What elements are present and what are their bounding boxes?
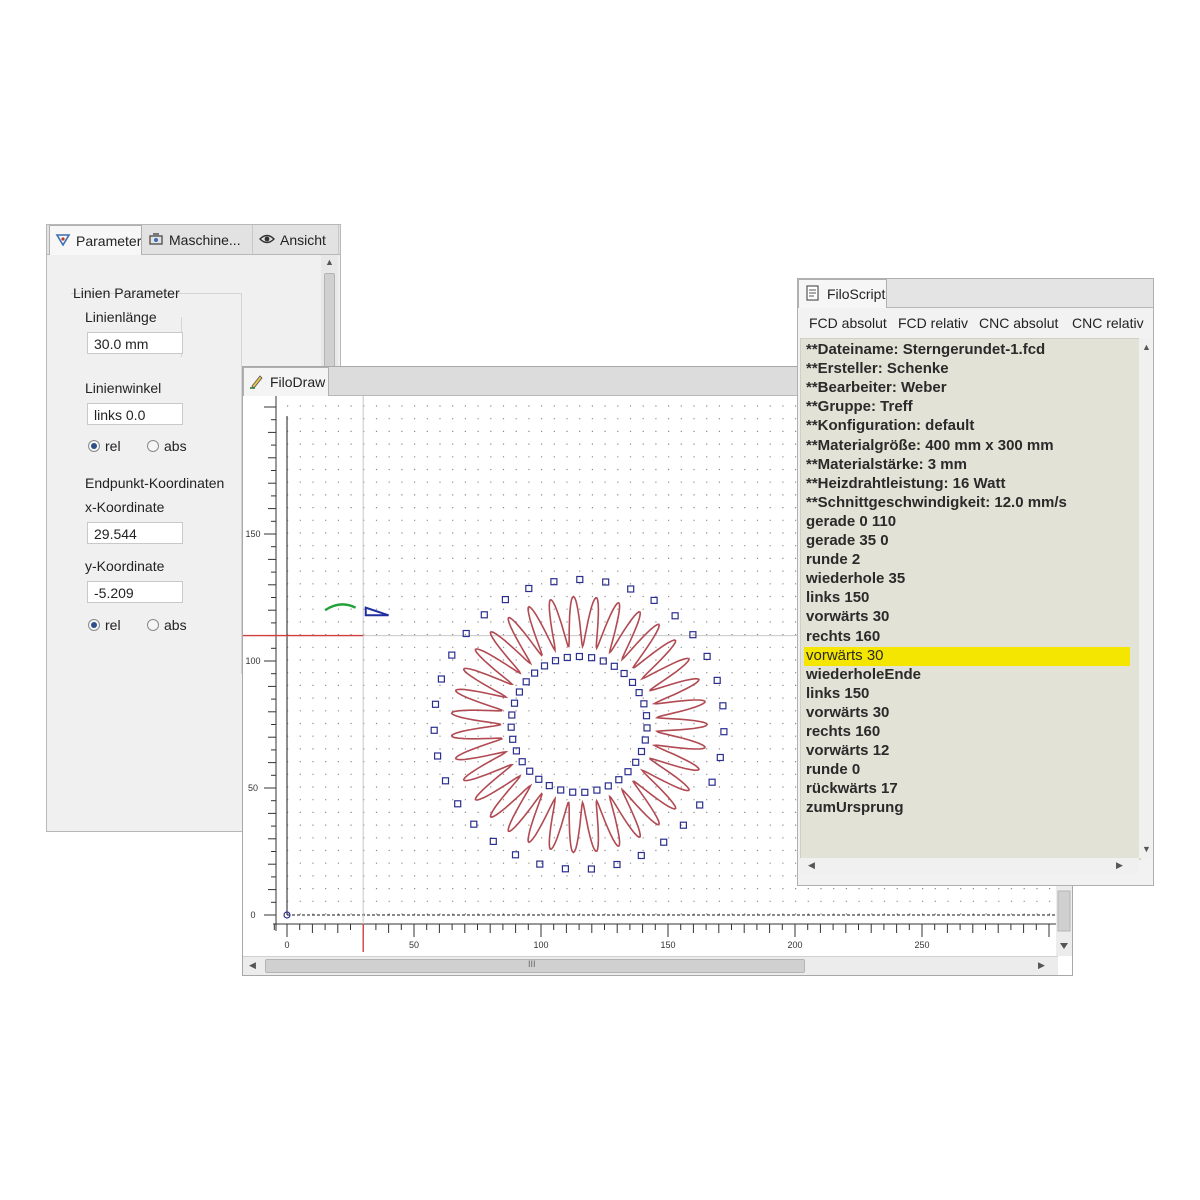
machine-icon [149, 233, 163, 245]
ruler-bg [243, 396, 277, 936]
script-line[interactable]: **Schnittgeschwindigkeit: 12.0 mm/s [804, 494, 1130, 513]
line-length-label: Linienlänge [85, 309, 157, 325]
endpoint-rel-label: rel [105, 617, 121, 633]
tab-filoscript[interactable]: FiloScript [798, 279, 887, 308]
filoscript-tabbar: FiloScript [798, 279, 1153, 308]
script-line[interactable]: runde 2 [804, 551, 1130, 570]
scroll-thumb[interactable] [324, 273, 335, 368]
x-tick-label: 150 [660, 940, 675, 950]
parameter-tabbar: Parameter Maschine... Ansicht [47, 225, 340, 255]
script-scroll-right-arrow[interactable]: ▶ [1116, 860, 1123, 871]
endpoint-title: Endpunkt-Koordinaten [85, 475, 225, 491]
scroll-left-arrow[interactable]: ◀ [249, 960, 256, 971]
script-line[interactable]: rechts 160 [804, 628, 1130, 647]
tab-fcd-relativ[interactable]: FCD relativ [898, 315, 968, 331]
y-coordinate-label: y-Koordinate [85, 558, 165, 574]
script-line[interactable]: wiederholeEnde [804, 666, 1130, 685]
script-line[interactable]: rechts 160 [804, 723, 1130, 742]
script-line[interactable]: **Dateiname: Sterngerundet-1.fcd [804, 341, 1130, 360]
angle-abs-label: abs [164, 438, 187, 454]
tab-filodraw[interactable]: FiloDraw [243, 367, 329, 396]
tab-filoscript-label: FiloScript [827, 286, 886, 302]
line-angle-field[interactable]: links 0.0 [87, 403, 183, 425]
tab-cnc-absolut[interactable]: CNC absolut [979, 315, 1058, 331]
script-editor[interactable]: **Dateiname: Sterngerundet-1.fcd **Erstel… [800, 338, 1141, 860]
script-line[interactable]: vorwärts 30 [804, 608, 1130, 627]
vertical-ruler [243, 396, 277, 936]
script-line[interactable]: zumUrsprung [804, 799, 1130, 818]
x-tick-label: 50 [409, 940, 419, 950]
endpoint-abs-label: abs [164, 617, 187, 633]
angle-rel-radio[interactable] [88, 440, 100, 452]
script-line[interactable]: gerade 0 110 [804, 513, 1130, 532]
script-line[interactable]: links 150 [804, 589, 1130, 608]
tab-cnc-relativ[interactable]: CNC relativ [1072, 315, 1144, 331]
parameter-icon [55, 234, 71, 247]
angle-abs-radio[interactable] [147, 440, 159, 452]
line-length-field[interactable]: 30.0 mm [87, 332, 183, 354]
tab-parameter[interactable]: Parameter [49, 225, 142, 255]
script-hscrollbar[interactable]: ◀ ▶ [800, 858, 1139, 874]
script-line[interactable]: vorwärts 30 [804, 704, 1130, 723]
x-tick-label: 250 [914, 940, 929, 950]
script-line[interactable]: rückwärts 17 [804, 780, 1130, 799]
script-vscrollbar[interactable]: ▲ ▼ [1139, 338, 1153, 858]
script-line[interactable]: **Gruppe: Treff [804, 398, 1130, 417]
script-line[interactable]: **Ersteller: Schenke [804, 360, 1130, 379]
script-line[interactable]: **Materialstärke: 3 mm [804, 456, 1130, 475]
script-document-icon [806, 285, 819, 301]
x-coordinate-field[interactable]: 29.544 [87, 522, 183, 544]
endpoint-abs-radio[interactable] [147, 619, 159, 631]
format-tabs: FCD absolut FCD relativ CNC absolut CNC … [798, 308, 1153, 338]
script-scroll-down-arrow[interactable]: ▼ [1142, 844, 1151, 854]
script-scroll-left-arrow[interactable]: ◀ [808, 860, 815, 871]
scroll-right-arrow[interactable]: ▶ [1038, 960, 1045, 971]
line-angle-label: Linienwinkel [85, 380, 162, 396]
script-line[interactable]: **Konfiguration: default [804, 417, 1130, 436]
script-line[interactable]: vorwärts 12 [804, 742, 1130, 761]
tab-ansicht-label: Ansicht [280, 232, 326, 248]
tab-maschine[interactable]: Maschine... [143, 225, 253, 254]
script-scroll-up-arrow[interactable]: ▲ [1142, 342, 1151, 352]
script-line[interactable]: **Bearbeiter: Weber [804, 379, 1130, 398]
y-tick-label: 0 [250, 910, 255, 920]
canvas-hscrollbar[interactable]: ◀ III ▶ [243, 956, 1058, 975]
x-tick-label: 0 [284, 940, 289, 950]
x-tick-label: 100 [533, 940, 548, 950]
script-line[interactable]: gerade 35 0 [804, 532, 1130, 551]
x-tick-label: 200 [787, 940, 802, 950]
tab-filodraw-label: FiloDraw [270, 374, 326, 390]
pencil-icon [250, 375, 263, 389]
tab-fcd-absolut[interactable]: FCD absolut [809, 315, 887, 331]
script-line[interactable]: **Materialgröße: 400 mm x 300 mm [804, 437, 1130, 456]
group-title: Linien Parameter [73, 285, 180, 301]
filoscript-window: FiloScript FCD absolut FCD relativ CNC a… [797, 278, 1154, 886]
script-line[interactable]: vorwärts 30 [804, 646, 1130, 666]
tab-maschine-label: Maschine... [169, 232, 241, 248]
script-line[interactable]: links 150 [804, 685, 1130, 704]
y-tick-label: 100 [245, 656, 260, 666]
script-line[interactable]: wiederhole 35 [804, 570, 1130, 589]
endpoint-rel-radio[interactable] [88, 619, 100, 631]
tab-ansicht[interactable]: Ansicht [254, 225, 339, 254]
script-line[interactable]: **Heizdrahtleistung: 16 Watt [804, 475, 1130, 494]
tab-parameter-label: Parameter [76, 233, 142, 249]
y-tick-label: 150 [245, 529, 260, 539]
script-line[interactable]: runde 0 [804, 761, 1130, 780]
y-tick-label: 50 [248, 783, 258, 793]
x-coordinate-label: x-Koordinate [85, 499, 165, 515]
angle-rel-label: rel [105, 438, 121, 454]
y-coordinate-field[interactable]: -5.209 [87, 581, 183, 603]
scroll-grip: III [528, 959, 536, 969]
scroll-up-arrow[interactable]: ▲ [325, 257, 334, 267]
vscroll-thumb [1057, 890, 1071, 932]
eye-icon [259, 234, 275, 244]
parameter-scrollbar[interactable]: ▲ [321, 255, 338, 375]
